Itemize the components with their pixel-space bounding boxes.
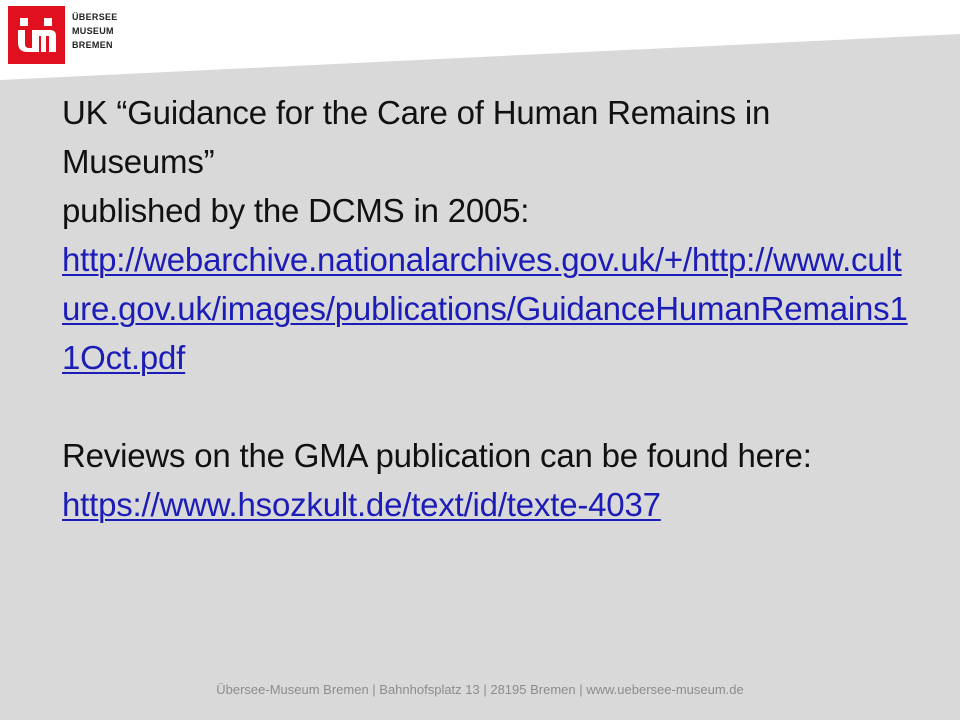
slide-content: UK “Guidance for the Care of Human Remai…: [62, 88, 912, 529]
logo-line-1: ÜBERSEE: [72, 12, 118, 22]
footer-address: Übersee-Museum Bremen | Bahnhofsplatz 13…: [216, 682, 744, 697]
header-band: [0, 0, 960, 80]
guidance-pdf-link[interactable]: http://webarchive.nationalarchives.gov.u…: [62, 241, 908, 376]
reviews-text: Reviews on the GMA publication can be fo…: [62, 437, 812, 474]
guidance-title: UK “Guidance for the Care of Human Remai…: [62, 94, 771, 180]
logo-line-2: MUSEUM: [72, 26, 114, 36]
museum-logo: ÜBERSEE MUSEUM BREMEN: [8, 6, 118, 64]
logo-text: ÜBERSEE MUSEUM BREMEN: [72, 10, 118, 52]
logo-mark-icon: [8, 6, 65, 64]
logo-line-3: BREMEN: [72, 40, 113, 50]
reviews-link-paragraph: https://www.hsozkult.de/text/id/texte-40…: [62, 480, 912, 529]
guidance-link-paragraph: http://webarchive.nationalarchives.gov.u…: [62, 235, 912, 382]
publication-note: published by the DCMS in 2005:: [62, 192, 530, 229]
reviews-link[interactable]: https://www.hsozkult.de/text/id/texte-40…: [62, 486, 661, 523]
